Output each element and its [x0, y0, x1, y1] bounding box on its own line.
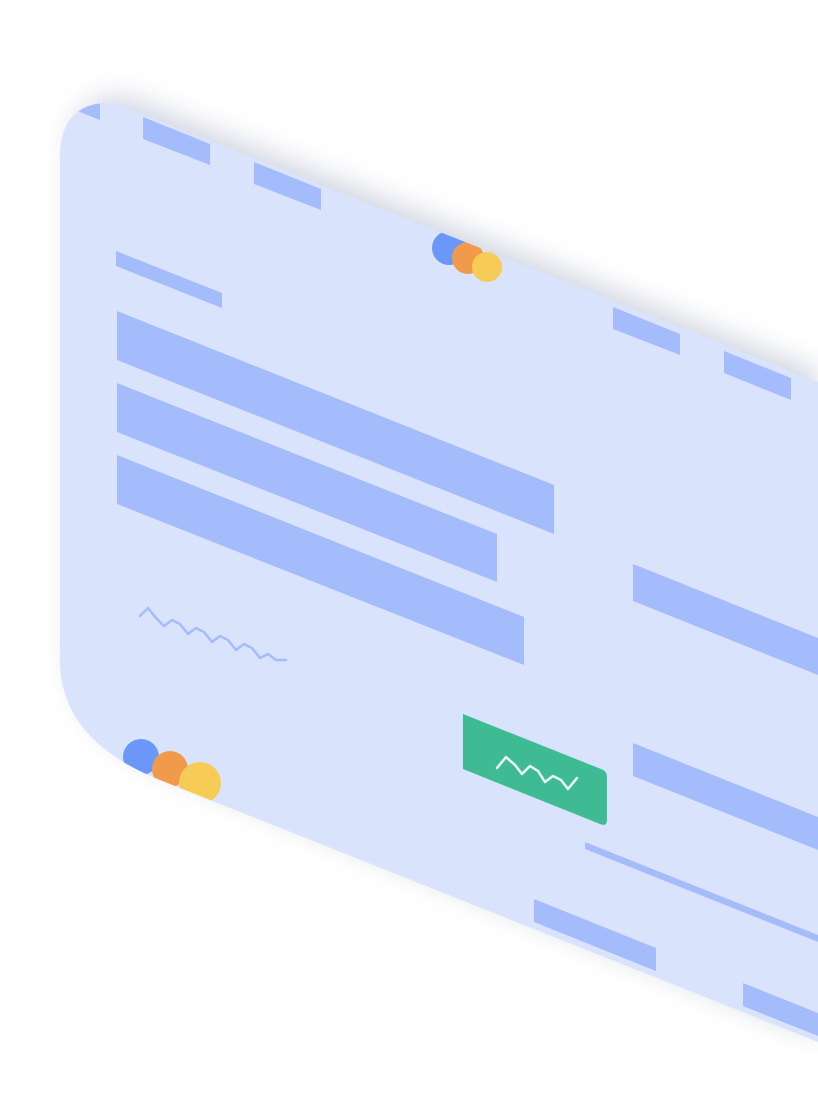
dot-yellow-icon [472, 252, 502, 282]
mockup-illustration [60, 96, 818, 1042]
dot-yellow-icon [179, 762, 221, 804]
